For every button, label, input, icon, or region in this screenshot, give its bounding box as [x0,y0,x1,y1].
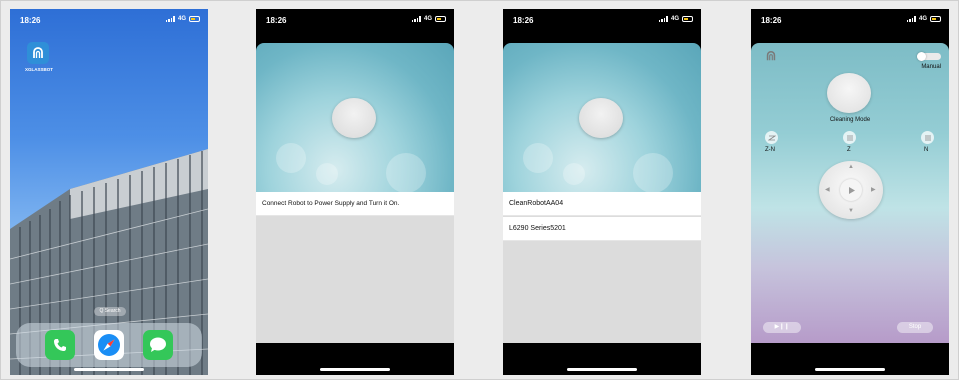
status-time: 18:26 [761,16,782,25]
status-right: 4G [658,16,693,22]
signal-icon [658,16,668,22]
robot-image [827,73,871,113]
z-pattern-icon [846,135,853,140]
phone-connect-screen: 18:26 4G Connect Robot to Power Supply a… [256,9,454,375]
status-bar: 18:26 4G [751,9,949,33]
home-indicator [320,368,390,371]
signal-icon [411,16,421,22]
signal-icon [165,16,175,22]
mode-z-label: Z [847,147,851,153]
signal-icon [906,16,916,22]
dock [16,323,202,367]
app-label: XGLASSBOT [24,67,53,72]
status-right: 4G [165,16,200,22]
status-bar: 18:26 4G [256,9,454,33]
manual-label: Manual [921,64,941,70]
manual-toggle[interactable] [917,52,941,61]
phone-control-screen: 18:26 4G Manual Cleaning Mode Z-N Z N ▲ … [751,9,949,375]
home-indicator [567,368,637,371]
hero-banner [256,43,454,192]
status-right: 4G [906,16,941,22]
network-label: 4G [177,16,186,22]
stop-button[interactable]: Stop [897,322,933,333]
device-list: CleanRobotAA04 L6290 Series5201 [503,192,701,343]
device-item[interactable]: L6290 Series5201 [503,217,701,241]
start-button[interactable] [840,179,862,201]
status-bar: 18:26 4G [503,9,701,33]
arrow-up-icon[interactable]: ▲ [848,164,854,170]
safari-icon[interactable] [93,330,124,360]
battery-icon [189,16,200,22]
arrow-left-icon[interactable]: ◀ [825,186,830,193]
arrow-down-icon[interactable]: ▼ [848,208,854,214]
n-pattern-icon [925,134,930,141]
network-label: 4G [918,16,927,22]
robot-image [332,98,376,138]
search-pill[interactable]: Q Search [94,307,126,316]
direction-pad: ▲ ▼ ◀ ▶ [819,161,883,219]
content-area: Connect Robot to Power Supply and Turn i… [256,192,454,343]
speech-bubble-icon [149,337,166,352]
robot-logo-icon [766,51,776,61]
messages-icon[interactable] [142,330,173,360]
mode-z-button[interactable] [843,131,856,144]
compass-icon [97,334,120,356]
mode-n-button[interactable] [921,131,934,144]
network-label: 4G [670,16,679,22]
phone-device-list-screen: 18:26 4G CleanRobotAA04 L6290 Series5201 [503,9,701,375]
phone-icon[interactable] [45,330,76,360]
hero-banner [503,43,701,192]
xglassbot-app-icon[interactable] [27,42,49,64]
status-right: 4G [411,16,446,22]
instruction-row: Connect Robot to Power Supply and Turn i… [256,192,454,216]
phone-home-screen: 18:26 4G XGLASSBOT Q Search [10,9,208,375]
play-pause-button[interactable]: ▶❙❙ [763,322,801,333]
mode-n-label: N [924,147,929,153]
home-indicator [74,368,144,371]
battery-icon [435,16,446,22]
play-icon [848,186,855,194]
cleaning-mode-title: Cleaning Mode [829,117,871,123]
status-time: 18:26 [513,16,534,25]
mode-zn-label: Z-N [765,147,775,153]
mode-zn-button[interactable] [765,131,778,144]
network-label: 4G [423,16,432,22]
status-bar: 18:26 4G [10,9,208,33]
robot-logo-icon [33,47,43,58]
status-time: 18:26 [266,16,287,25]
robot-image [579,98,623,138]
arrow-right-icon[interactable]: ▶ [871,186,876,193]
zigzag-pattern-icon [767,135,776,140]
battery-icon [930,16,941,22]
phone-glyph-icon [54,339,67,351]
status-time: 18:26 [20,16,41,25]
home-indicator [815,368,885,371]
screenshot-frame: 18:26 4G XGLASSBOT Q Search 18:26 4G Con… [0,0,959,380]
device-item[interactable]: CleanRobotAA04 [503,192,701,216]
battery-icon [682,16,693,22]
